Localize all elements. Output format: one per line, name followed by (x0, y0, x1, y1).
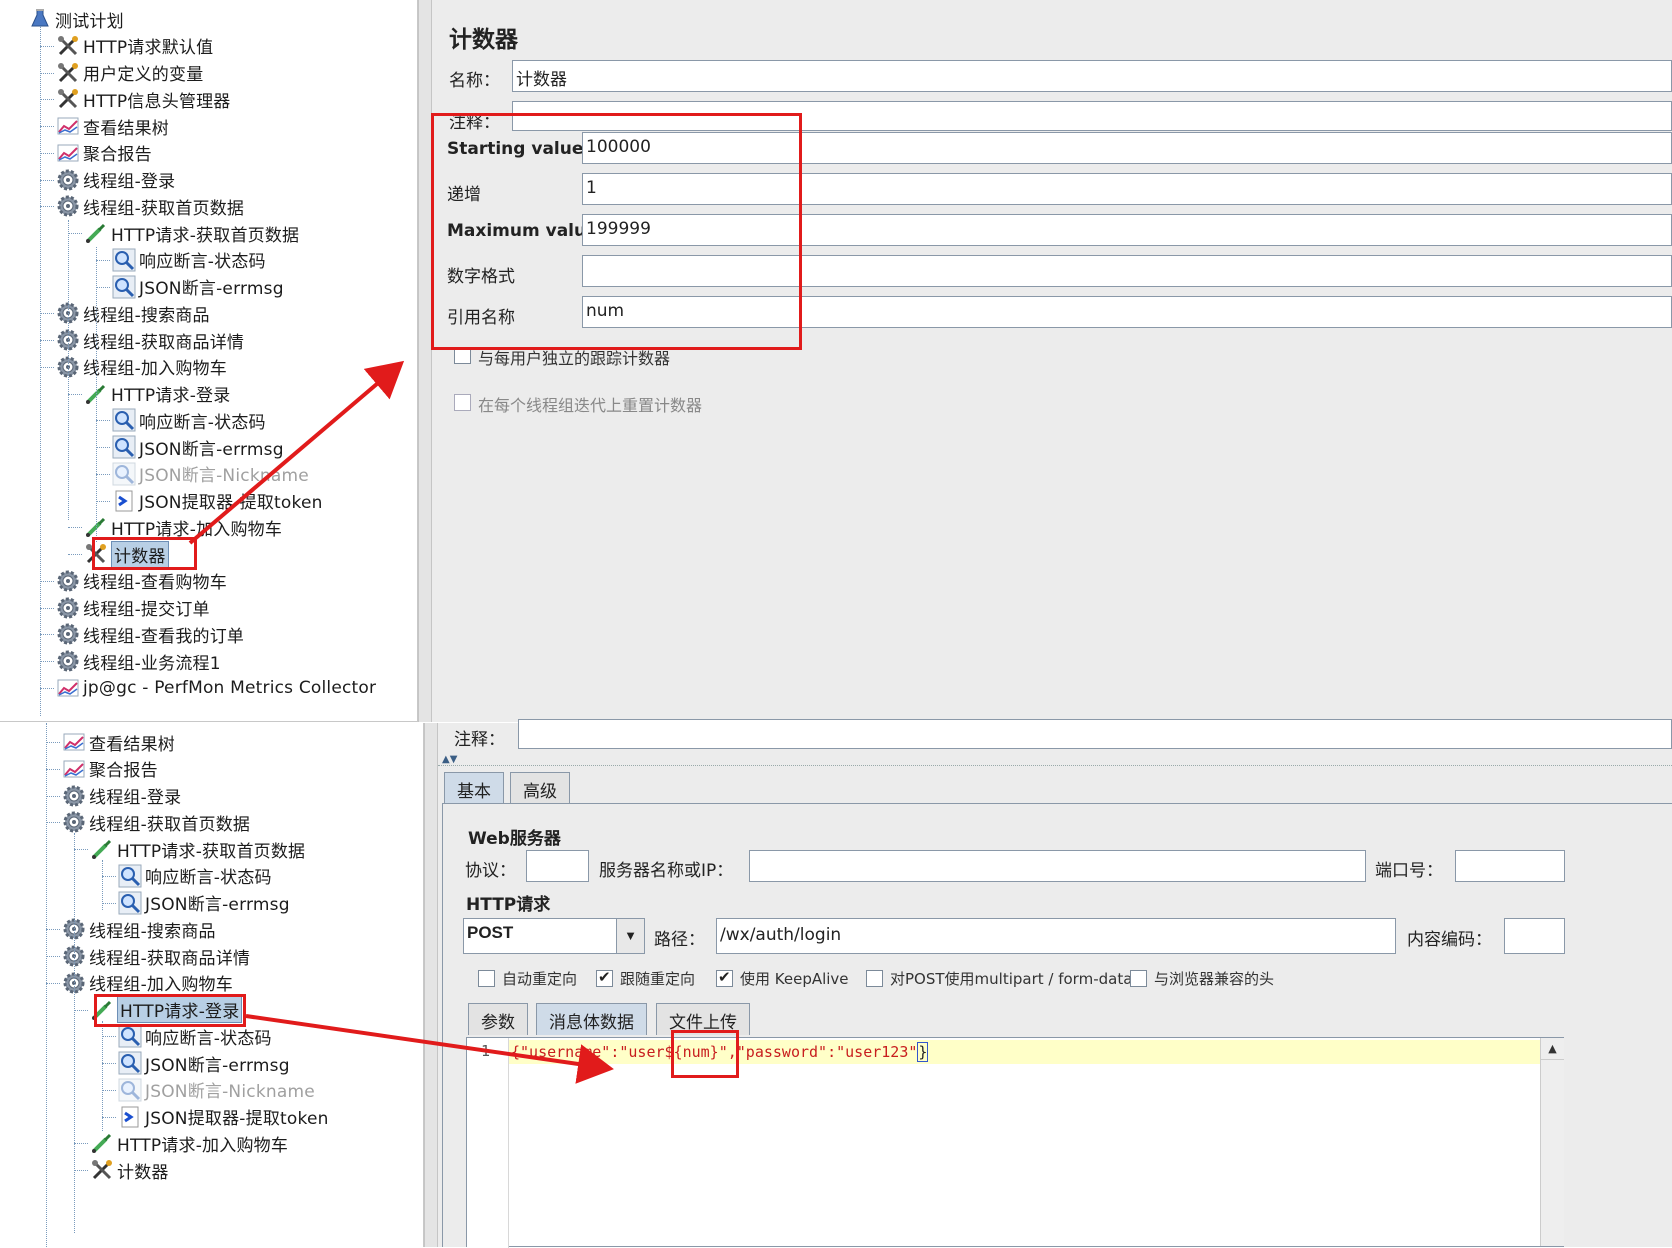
arrow-counter-to-settings (188, 360, 405, 545)
arrow-request-to-body (245, 1014, 614, 1084)
annotation-arrows (188, 360, 614, 1084)
